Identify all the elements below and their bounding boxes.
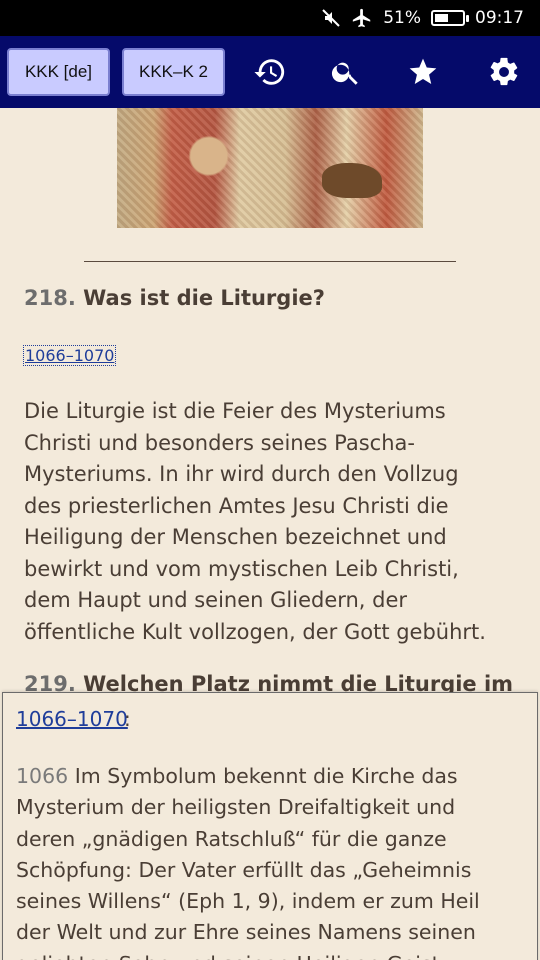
- popup-text: 1066 Im Symbolum bekennt die Kirche das …: [16, 761, 526, 960]
- popup-reference-link[interactable]: 1066–1070: [16, 707, 128, 731]
- popup-line: geliebten Sohn und seinen Heiligen Geist: [16, 949, 526, 960]
- popup-line: 1066 Im Symbolum bekennt die Kirche das: [16, 764, 458, 788]
- kkk-de-button[interactable]: KKK [de]: [7, 48, 110, 96]
- answer-line: Christi und besonders seines Pascha-: [24, 430, 415, 455]
- airplane-icon: [351, 7, 373, 29]
- popup-line: der Welt und zur Ehre seines Namens sein…: [16, 920, 476, 945]
- app-toolbar: KKK [de] KKK–K 2: [0, 36, 540, 108]
- popup-line: seines Willens“ (Eph 1, 9), indem er zum…: [16, 889, 480, 914]
- battery-percent: 51%: [383, 8, 421, 28]
- question-number: 218.: [24, 286, 76, 310]
- paragraph-number: 1066: [16, 764, 69, 788]
- divider: [84, 261, 456, 262]
- mosaic-image: [117, 108, 423, 228]
- clock: 09:17: [475, 8, 524, 28]
- popup-line: Schöpfung: Der Vater erfüllt das „Geheim…: [16, 857, 472, 882]
- question-text: Was ist die Liturgie?: [83, 286, 325, 310]
- answer-line: öffentliche Kult vollzogen, der Gott geb…: [24, 619, 486, 644]
- battery-icon: [431, 10, 469, 26]
- popup-colon: :: [124, 707, 131, 731]
- settings-icon[interactable]: [486, 54, 522, 90]
- answer-line: Die Liturgie ist die Feier des Mysterium…: [24, 399, 446, 423]
- reference-link[interactable]: 1066–1070: [23, 345, 117, 366]
- popup-line: Mysterium der heiligsten Dreifaltigkeit …: [16, 795, 456, 820]
- answer-line: Heiligung der Menschen bezeichnet und: [24, 525, 447, 549]
- reference-popup[interactable]: 1066–1070 : 1066 Im Symbolum bekennt die…: [2, 692, 538, 960]
- answer-line: des priesterlichen Amtes Jesu Christi di…: [24, 493, 449, 518]
- star-icon[interactable]: [405, 54, 441, 90]
- status-bar: 51% 09:17: [0, 0, 540, 36]
- answer-line: bewirkt und vom mystischen Leib Christi,: [24, 556, 459, 581]
- question-218-title: 218. Was ist die Liturgie?: [24, 286, 325, 310]
- answer-line: Mysteriums. In ihr wird durch den Vollzu…: [24, 462, 459, 486]
- history-icon[interactable]: [252, 54, 288, 90]
- answer-line: dem Haupt und seinen Gliedern, der: [24, 588, 408, 612]
- mute-icon: [321, 8, 341, 28]
- kkk-k2-button[interactable]: KKK–K 2: [122, 48, 225, 96]
- search-icon[interactable]: [328, 54, 364, 90]
- answer-text: Die Liturgie ist die Feier des Mysterium…: [24, 396, 524, 648]
- popup-line: deren „gnädigen Ratschluß“ für die ganze: [16, 826, 447, 851]
